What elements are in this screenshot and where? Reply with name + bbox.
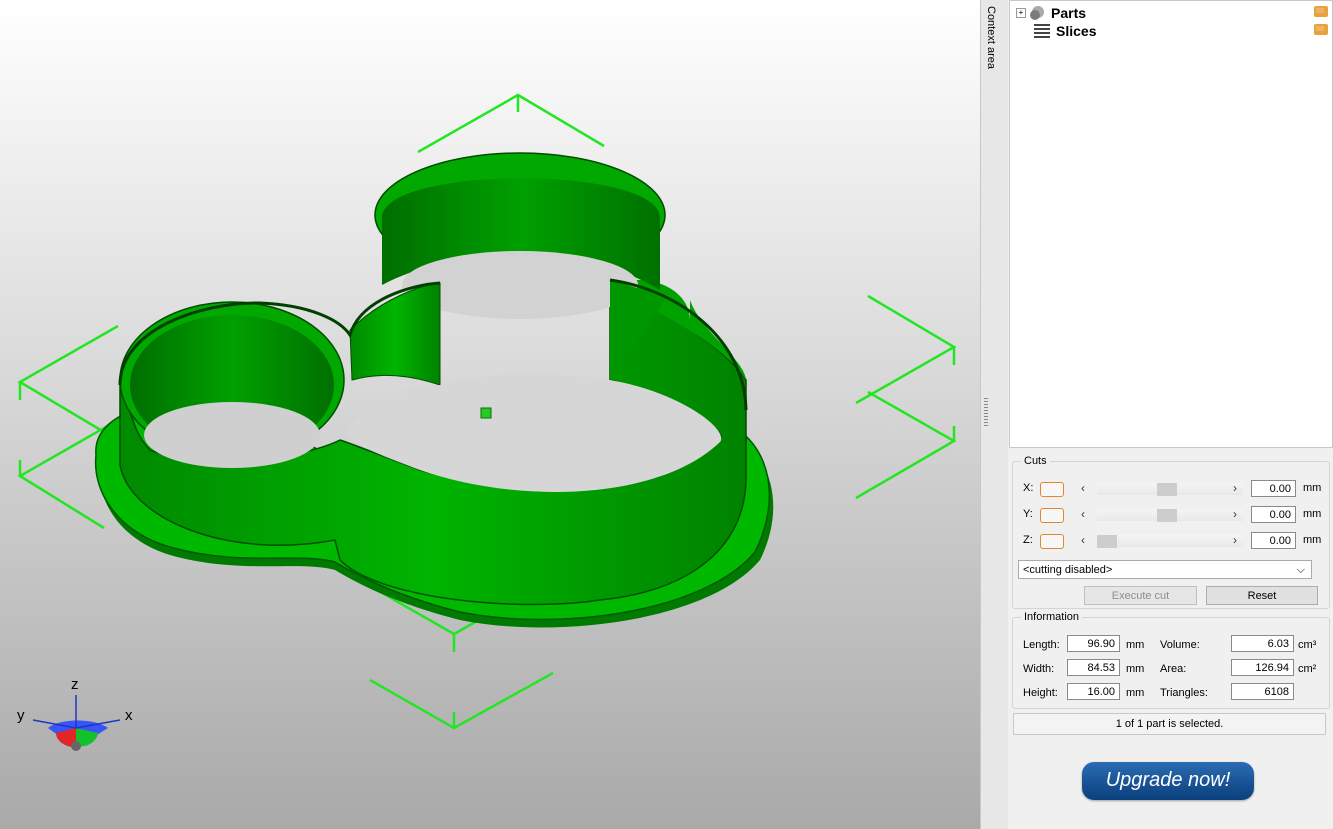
triangles-value: 6108 [1231,683,1294,700]
tree-item-slices[interactable]: Slices [1034,22,1096,40]
volume-label: Volume: [1160,639,1200,651]
width-unit: mm [1126,663,1145,675]
selection-status: 1 of 1 part is selected. [1013,713,1326,735]
right-panel: + Parts Slices Cuts X: ‹ › 0.00 mm Y: ‹ … [1008,0,1333,829]
chevron-right-icon[interactable]: › [1233,481,1237,495]
cut-row-y: Y: ‹ › 0.00 mm [1019,506,1322,524]
area-value: 126.94 [1231,659,1294,676]
volume-unit: cm³ [1298,639,1317,651]
cut-z-unit: mm [1303,534,1322,546]
volume-value: 6.03 [1231,635,1294,652]
cut-axis-label: Z: [1023,534,1033,546]
cuts-title: Cuts [1021,455,1050,467]
execute-cut-button[interactable]: Execute cut [1084,586,1197,605]
cut-x-value-input[interactable]: 0.00 [1251,480,1296,497]
axis-y-label: y [17,707,25,724]
width-value: 84.53 [1067,659,1120,676]
context-area-label: Context area [985,6,997,69]
axis-x-label: x [125,707,133,724]
reset-button[interactable]: Reset [1206,586,1318,605]
cut-z-toggle[interactable] [1040,534,1064,549]
cutting-mode-value: <cutting disabled> [1023,564,1113,576]
parts-open-folder-icon[interactable] [1314,6,1328,17]
chevron-left-icon[interactable]: ‹ [1081,481,1085,495]
part-tree[interactable]: + Parts Slices [1009,0,1333,448]
tree-item-parts[interactable]: + Parts [1016,4,1086,22]
cut-y-toggle[interactable] [1040,508,1064,523]
cut-z-slider-thumb[interactable] [1097,535,1117,548]
3d-viewport[interactable]: z y x [0,0,980,829]
tree-item-label: Slices [1056,23,1097,39]
cut-axis-label: Y: [1023,508,1033,520]
cut-row-z: Z: ‹ › 0.00 mm [1019,532,1322,550]
slices-icon [1034,24,1050,38]
chevron-right-icon[interactable]: › [1233,533,1237,547]
height-unit: mm [1126,687,1145,699]
axis-z-label: z [71,676,79,693]
context-area-strip[interactable]: Context area [980,0,1010,829]
model-scene[interactable] [0,0,980,829]
cut-axis-label: X: [1023,482,1034,494]
tree-item-label: Parts [1051,5,1087,21]
area-label: Area: [1160,663,1187,675]
splitter-handle[interactable] [984,398,988,428]
pivot-marker [480,407,492,419]
area-unit: cm² [1298,663,1317,675]
width-label: Width: [1023,663,1055,675]
cut-y-value-input[interactable]: 0.00 [1251,506,1296,523]
chevron-left-icon[interactable]: ‹ [1081,507,1085,521]
cut-x-toggle[interactable] [1040,482,1064,497]
information-title: Information [1021,611,1083,623]
cut-x-unit: mm [1303,482,1322,494]
length-label: Length: [1023,639,1060,651]
model-walls [118,152,748,606]
slices-open-folder-icon[interactable] [1314,24,1328,35]
height-label: Height: [1023,687,1058,699]
cut-row-x: X: ‹ › 0.00 mm [1019,480,1322,498]
length-unit: mm [1126,639,1145,651]
chevron-right-icon[interactable]: › [1233,507,1237,521]
cut-y-slider-thumb[interactable] [1157,509,1177,522]
parts-icon [1030,6,1044,20]
cut-z-slider[interactable] [1097,535,1243,547]
cut-z-value-input[interactable]: 0.00 [1251,532,1296,549]
expand-icon[interactable]: + [1016,8,1026,18]
cut-y-unit: mm [1303,508,1322,520]
chevron-left-icon[interactable]: ‹ [1081,533,1085,547]
cutting-mode-select[interactable]: <cutting disabled> ⌵ [1018,560,1312,579]
length-value: 96.90 [1067,635,1120,652]
triangles-label: Triangles: [1160,687,1208,699]
chevron-down-icon: ⌵ [1296,564,1305,576]
upgrade-now-button[interactable]: Upgrade now! [1082,762,1254,800]
cut-x-slider-thumb[interactable] [1157,483,1177,496]
height-value: 16.00 [1067,683,1120,700]
axis-gizmo [32,695,121,751]
